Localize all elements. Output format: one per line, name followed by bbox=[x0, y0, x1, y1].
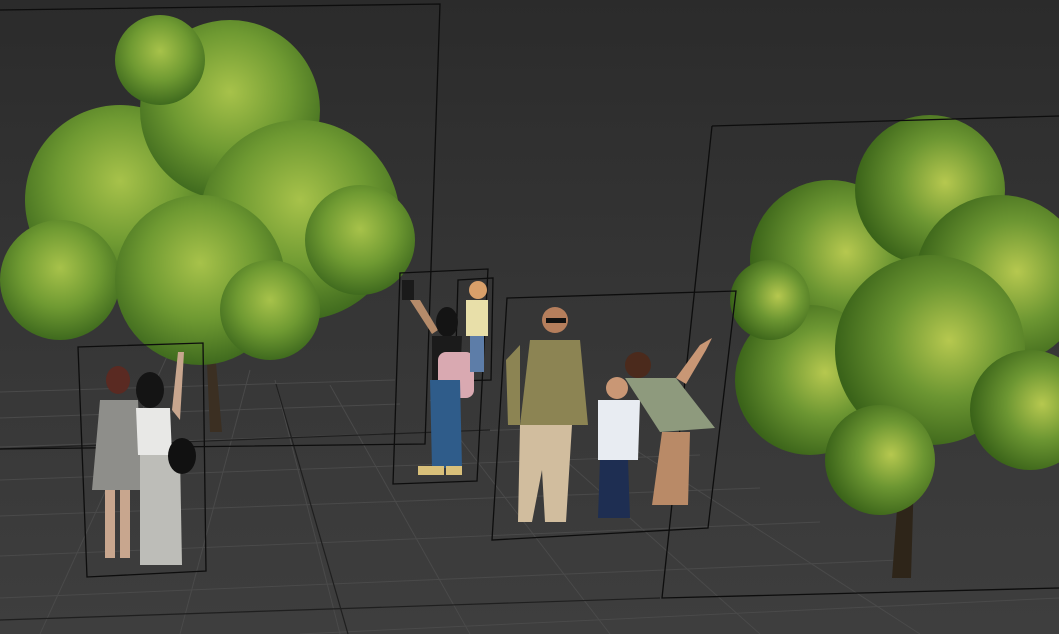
tree-right-canopy bbox=[730, 115, 1059, 515]
people-group-two-women[interactable] bbox=[92, 352, 196, 565]
3d-viewport[interactable] bbox=[0, 0, 1059, 634]
family-group[interactable] bbox=[506, 307, 715, 522]
tree-left-canopy bbox=[0, 15, 415, 365]
phone-icon bbox=[402, 280, 414, 300]
tree-right[interactable] bbox=[730, 115, 1059, 578]
tree-right-frame bbox=[711, 115, 1059, 127]
woman-with-phone[interactable] bbox=[402, 280, 474, 475]
tree-left[interactable] bbox=[0, 15, 415, 432]
viewport-canvas[interactable] bbox=[0, 0, 1059, 634]
